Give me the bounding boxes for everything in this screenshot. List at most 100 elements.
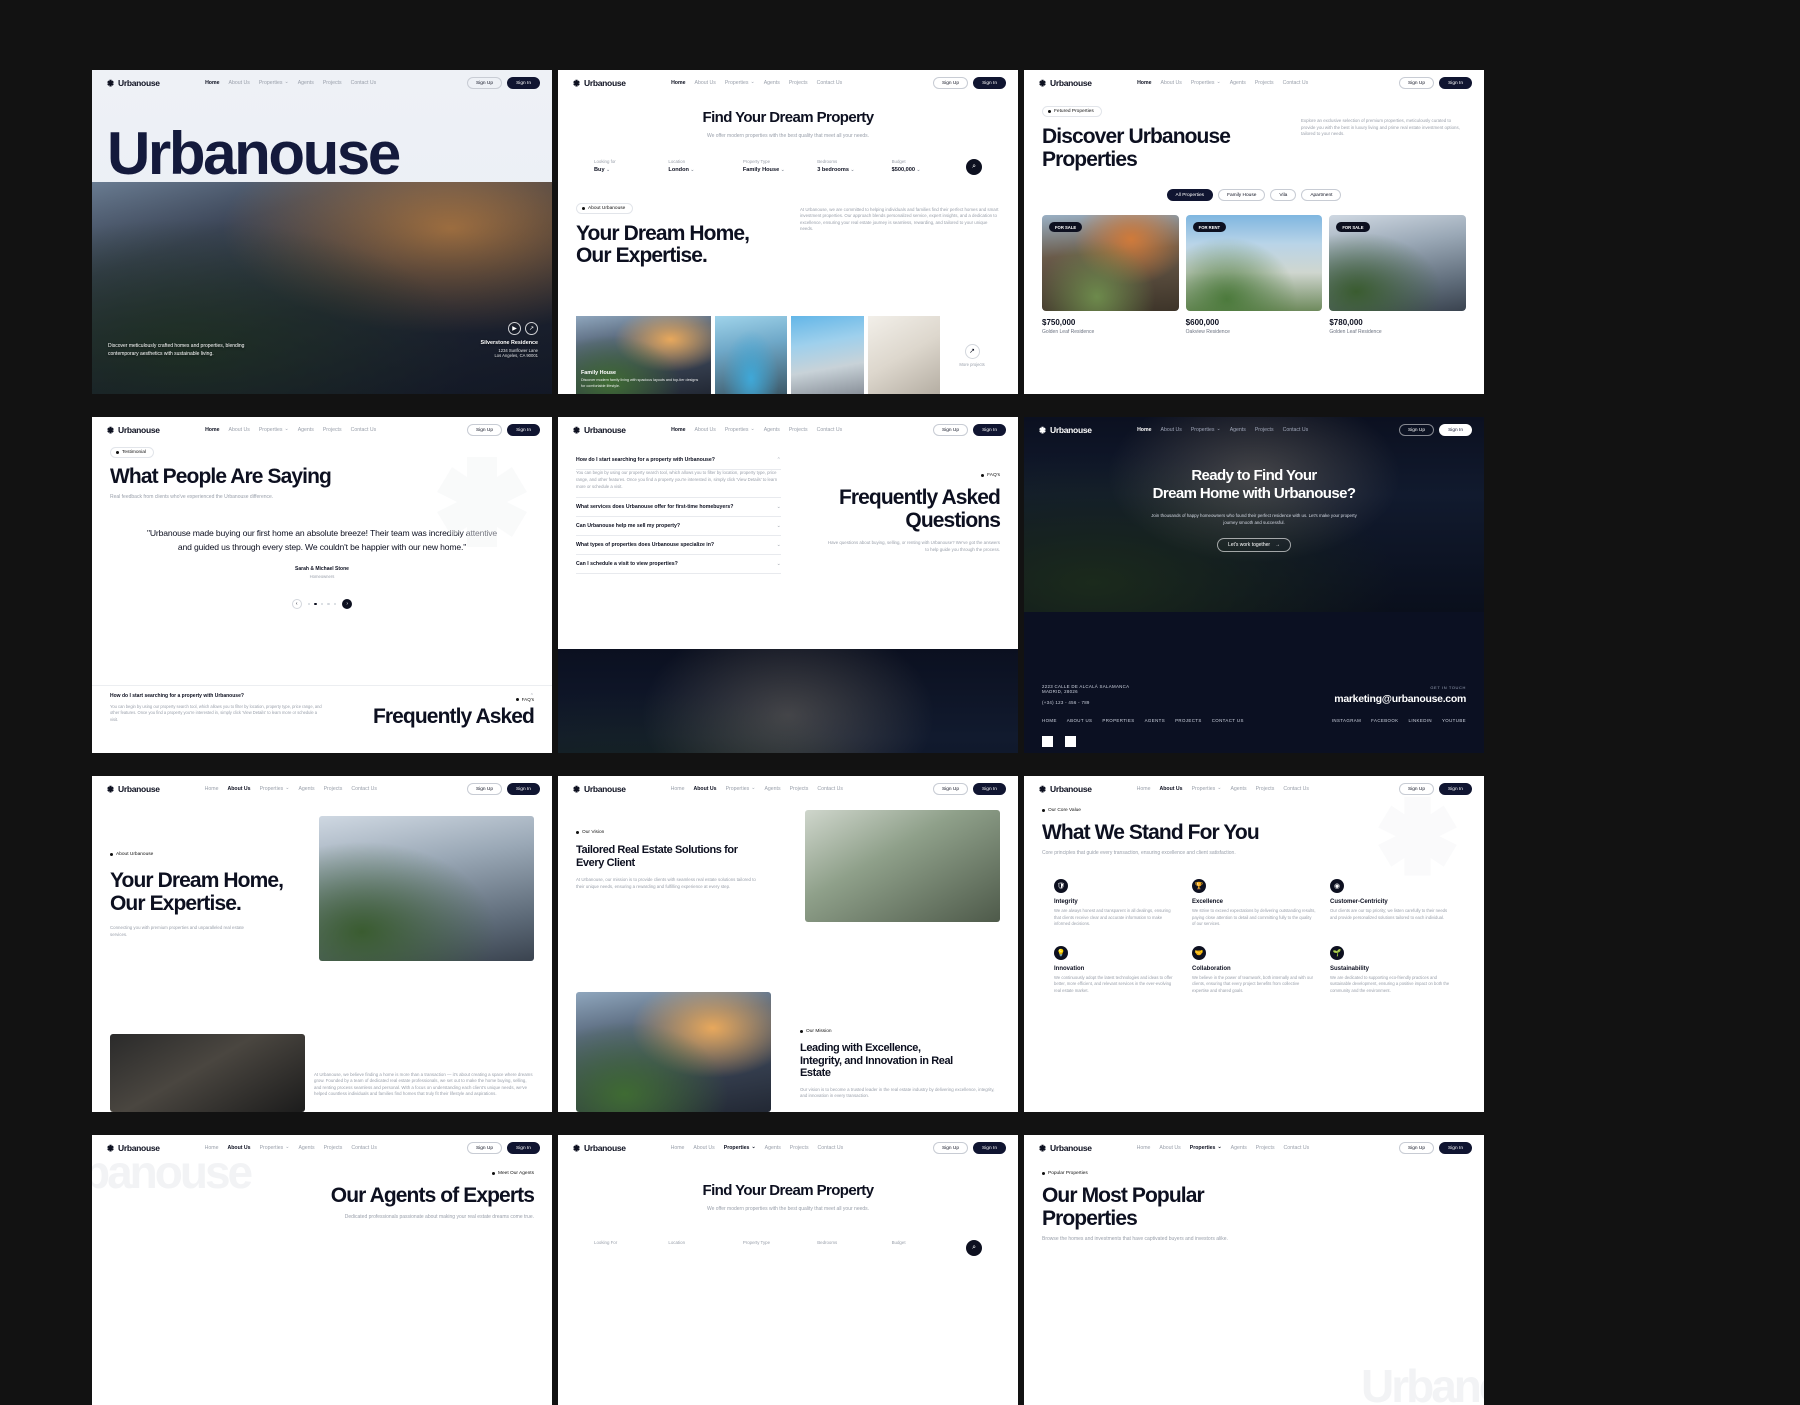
- property-card[interactable]: FOR RENT $600,000 Oakview Residence: [1185, 215, 1323, 335]
- nav-link-contact-us[interactable]: Contact Us: [1283, 80, 1309, 86]
- nav-link-properties[interactable]: Properties: [725, 80, 755, 86]
- nav-link-properties[interactable]: Properties: [259, 427, 289, 433]
- sign-in-button[interactable]: Sign In: [507, 77, 540, 89]
- nav-link-properties[interactable]: Properties: [726, 786, 756, 792]
- nav-link-projects[interactable]: Projects: [1255, 80, 1274, 86]
- sign-up-button[interactable]: Sign Up: [466, 783, 503, 795]
- nav-link-home[interactable]: Home: [1137, 1145, 1151, 1151]
- nav-link-home[interactable]: Home: [205, 80, 219, 86]
- sign-in-button[interactable]: Sign In: [1439, 77, 1472, 89]
- brand-logo[interactable]: Urbanouse: [1038, 784, 1092, 794]
- search-field-bedrooms[interactable]: Bedrooms: [817, 1240, 891, 1248]
- nav-link-about-us[interactable]: About Us: [1159, 1145, 1180, 1151]
- nav-link-projects[interactable]: Projects: [324, 1145, 343, 1151]
- nav-link-contact-us[interactable]: Contact Us: [351, 80, 377, 86]
- nav-link-properties[interactable]: Properties: [259, 80, 289, 86]
- nav-link-home[interactable]: Home: [671, 786, 685, 792]
- more-projects-label[interactable]: More projects: [959, 362, 984, 367]
- faq-row[interactable]: What services does Urbanouse offer for f…: [576, 498, 781, 517]
- nav-link-agents[interactable]: Agents: [1230, 80, 1246, 86]
- nav-link-home[interactable]: Home: [671, 1145, 685, 1151]
- sign-up-button[interactable]: Sign Up: [466, 424, 503, 436]
- nav-link-projects[interactable]: Projects: [790, 786, 809, 792]
- sign-up-button[interactable]: Sign Up: [1398, 1142, 1435, 1154]
- nav-link-contact-us[interactable]: Contact Us: [351, 786, 377, 792]
- nav-link-about-us[interactable]: About Us: [1160, 427, 1181, 433]
- footer-link-about-us[interactable]: ABOUT US: [1067, 718, 1093, 723]
- nav-link-projects[interactable]: Projects: [1256, 786, 1275, 792]
- sign-in-button[interactable]: Sign In: [507, 424, 540, 436]
- filter-vila[interactable]: Vila: [1270, 189, 1297, 202]
- carousel-dot[interactable]: [333, 602, 337, 606]
- sign-in-button[interactable]: Sign In: [973, 1142, 1006, 1154]
- social-link-youtube[interactable]: YOUTUBE: [1442, 718, 1466, 723]
- sign-in-button[interactable]: Sign In: [507, 783, 540, 795]
- sign-up-button[interactable]: Sign Up: [932, 424, 969, 436]
- search-icon[interactable]: ⌕: [966, 1239, 983, 1256]
- search-field-budget[interactable]: Budget $500,000: [892, 159, 966, 173]
- property-card[interactable]: FOR SALE $750,000 Golden Leaf Residence: [1042, 215, 1179, 335]
- nav-link-about-us[interactable]: About Us: [1160, 80, 1181, 86]
- nav-link-properties[interactable]: Properties: [1190, 1145, 1222, 1151]
- nav-link-home[interactable]: Home: [1137, 80, 1151, 86]
- nav-link-agents[interactable]: Agents: [764, 80, 780, 86]
- nav-link-about-us[interactable]: About Us: [694, 786, 717, 792]
- contact-email[interactable]: marketing@urbanouse.com: [1334, 693, 1466, 705]
- sign-up-button[interactable]: Sign Up: [932, 77, 969, 89]
- sign-in-button[interactable]: Sign In: [1439, 1142, 1472, 1154]
- brand-logo[interactable]: Urbanouse: [106, 1143, 160, 1153]
- search-field-looking-for[interactable]: Looking For: [594, 1240, 668, 1248]
- sign-up-button[interactable]: Sign Up: [932, 783, 969, 795]
- nav-link-home[interactable]: Home: [205, 1145, 219, 1151]
- nav-link-home[interactable]: Home: [205, 427, 219, 433]
- nav-link-home[interactable]: Home: [205, 786, 219, 792]
- nav-link-properties[interactable]: Properties: [260, 1145, 290, 1151]
- sign-in-button[interactable]: Sign In: [507, 1142, 540, 1154]
- footer-link-contact-us[interactable]: CONTACT US: [1212, 718, 1244, 723]
- brand-logo[interactable]: Urbanouse: [1038, 425, 1092, 435]
- sign-up-button[interactable]: Sign Up: [1398, 783, 1435, 795]
- nav-link-contact-us[interactable]: Contact Us: [351, 427, 377, 433]
- arrow-left-icon[interactable]: ‹: [291, 599, 302, 610]
- sign-in-button[interactable]: Sign In: [973, 783, 1006, 795]
- nav-link-agents[interactable]: Agents: [298, 1145, 314, 1151]
- arrow-up-right-icon[interactable]: ↗: [964, 343, 980, 359]
- search-field-bedrooms[interactable]: Bedrooms 3 bedrooms: [817, 159, 891, 173]
- footer-link-projects[interactable]: PROJECTS: [1175, 718, 1202, 723]
- brand-logo[interactable]: Urbanouse: [106, 784, 160, 794]
- nav-link-about-us[interactable]: About Us: [693, 1145, 714, 1151]
- sign-in-button[interactable]: Sign In: [1439, 783, 1472, 795]
- sign-in-button[interactable]: Sign In: [1439, 424, 1472, 436]
- nav-link-contact-us[interactable]: Contact Us: [817, 427, 843, 433]
- nav-link-about-us[interactable]: About Us: [694, 80, 715, 86]
- chevron-down-icon[interactable]: ⌄: [777, 523, 781, 529]
- search-field-looking-for[interactable]: Looking for Buy: [594, 159, 668, 173]
- sign-up-button[interactable]: Sign Up: [466, 1142, 503, 1154]
- faq-row[interactable]: Can I schedule a visit to view propertie…: [576, 555, 781, 574]
- nav-link-properties[interactable]: Properties: [724, 1145, 756, 1151]
- brand-logo[interactable]: Urbanouse: [106, 78, 160, 88]
- gallery-image-pool[interactable]: [714, 316, 788, 394]
- carousel-dot[interactable]: [320, 602, 324, 606]
- nav-link-properties[interactable]: Properties: [725, 427, 755, 433]
- nav-link-contact-us[interactable]: Contact Us: [817, 786, 843, 792]
- nav-link-agents[interactable]: Agents: [298, 786, 314, 792]
- nav-link-home[interactable]: Home: [1137, 786, 1151, 792]
- search-icon[interactable]: ⌕: [966, 158, 983, 175]
- gallery-image-building[interactable]: [791, 316, 864, 394]
- nav-link-properties[interactable]: Properties: [260, 786, 290, 792]
- nav-link-agents[interactable]: Agents: [1231, 1145, 1247, 1151]
- chevron-down-icon[interactable]: ⌄: [777, 504, 781, 510]
- chevron-down-icon[interactable]: ⌄: [777, 542, 781, 548]
- nav-link-contact-us[interactable]: Contact Us: [1284, 1145, 1310, 1151]
- nav-link-projects[interactable]: Projects: [1256, 1145, 1275, 1151]
- nav-link-contact-us[interactable]: Contact Us: [818, 1145, 844, 1151]
- nav-link-about-us[interactable]: About Us: [694, 427, 715, 433]
- faq-row[interactable]: What types of properties does Urbanouse …: [576, 536, 781, 555]
- brand-logo[interactable]: Urbanouse: [1038, 1143, 1092, 1153]
- brand-logo[interactable]: Urbanouse: [572, 784, 626, 794]
- carousel-dot[interactable]: [307, 602, 311, 606]
- filter-apartment[interactable]: Apartment: [1301, 189, 1342, 202]
- nav-link-about-us[interactable]: About Us: [228, 1145, 251, 1151]
- nav-link-projects[interactable]: Projects: [1255, 427, 1274, 433]
